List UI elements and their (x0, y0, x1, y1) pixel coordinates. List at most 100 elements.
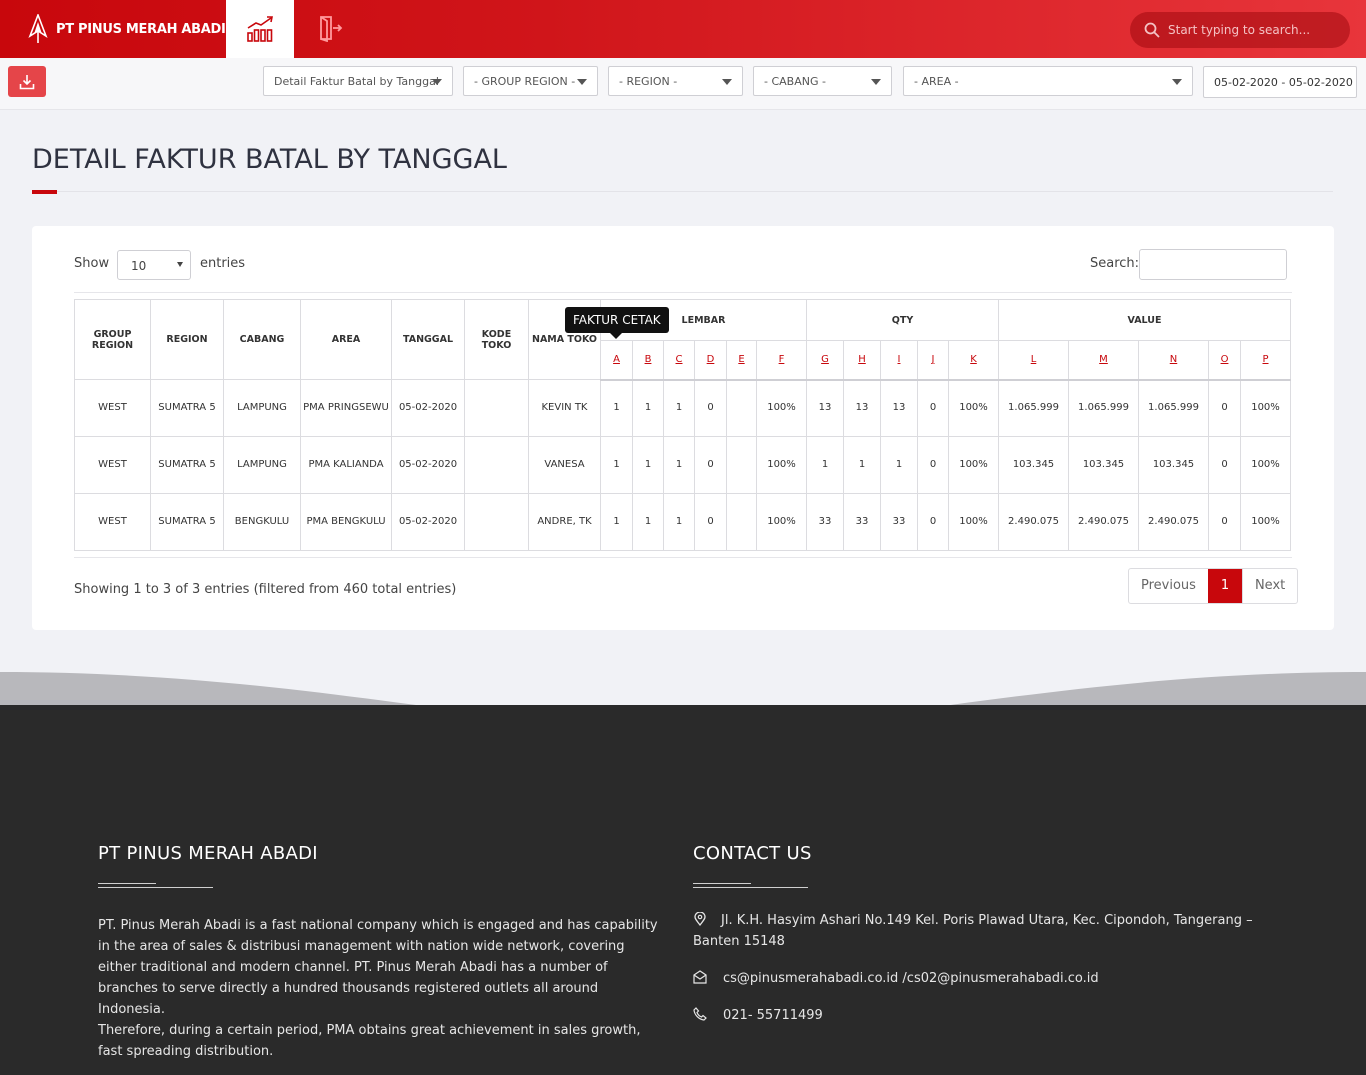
entries-length-value: 10 (131, 259, 147, 273)
col-header-letter[interactable]: D (707, 354, 715, 365)
table-cell: 100% (756, 379, 807, 437)
table-cell (464, 379, 529, 437)
footer-email: cs@pinusmerahabadi.co.id /cs02@pinusmera… (693, 968, 1253, 989)
area-value: - AREA - (914, 74, 959, 88)
col-header-c[interactable]: C (663, 340, 695, 381)
col-header-letter[interactable]: J (932, 354, 935, 365)
col-header-l[interactable]: L (998, 340, 1069, 381)
table-cell: 1 (600, 493, 633, 551)
table-row: WEST SUMATRA 5 LAMPUNG PMA KALIANDA 05-02-20… (74, 436, 1291, 494)
filter-bar: Detail Faktur Batal by Tanggal - GROUP R… (0, 58, 1366, 110)
table-search-input[interactable] (1139, 249, 1287, 280)
table-cell: 100% (1240, 493, 1291, 551)
table-cell: 2.490.075 (998, 493, 1069, 551)
table-cell: 100% (948, 436, 999, 494)
col-header-letter[interactable]: C (676, 354, 683, 365)
table-cell: KEVIN TK (528, 379, 601, 437)
col-header-e[interactable]: E (726, 340, 757, 381)
table-cell: 13 (880, 379, 918, 437)
report-select[interactable]: Detail Faktur Batal by Tanggal (263, 66, 453, 96)
col-header-letter[interactable]: K (970, 354, 977, 365)
col-header-letter[interactable]: O (1221, 354, 1229, 365)
col-header-letter[interactable]: L (1031, 354, 1037, 365)
col-header-p[interactable]: P (1240, 340, 1291, 381)
top-navbar: PT PINUS MERAH ABADI (0, 0, 1366, 58)
table-cell: 0 (1208, 379, 1241, 437)
pagination-next[interactable]: Next (1241, 569, 1297, 603)
col-header-o[interactable]: O (1208, 340, 1241, 381)
col-header-n[interactable]: N (1138, 340, 1209, 381)
col-header-h[interactable]: H (843, 340, 881, 381)
col-header-letter[interactable]: E (738, 354, 744, 365)
table-cell: 1.065.999 (1138, 379, 1209, 437)
top-search-input[interactable] (1168, 23, 1338, 37)
col-header-group-region[interactable]: GROUP REGION (74, 299, 151, 380)
cabang-select[interactable]: - CABANG - (753, 66, 892, 96)
table-cell: 1 (880, 436, 918, 494)
pagination-page-1[interactable]: 1 (1207, 569, 1242, 603)
region-select[interactable]: - REGION - (608, 66, 743, 96)
col-header-kode-toko[interactable]: KODE TOKO (464, 299, 529, 380)
col-header-letter[interactable]: I (898, 354, 901, 365)
table-cell: BENGKULU (223, 493, 301, 551)
col-header-k[interactable]: K (948, 340, 999, 381)
pagination-previous[interactable]: Previous (1129, 569, 1208, 603)
col-header-tanggal[interactable]: TANGGAL (391, 299, 465, 380)
col-header-i[interactable]: I (880, 340, 918, 381)
col-header-d[interactable]: D (694, 340, 727, 381)
footer-address-text: Jl. K.H. Hasyim Ashari No.149 Kel. Poris… (693, 913, 1253, 949)
table-cell: 33 (806, 493, 844, 551)
date-range-input[interactable]: 05-02-2020 - 05-02-2020 (1203, 66, 1357, 98)
entries-length-select[interactable]: 10 (117, 250, 191, 280)
col-header-letter[interactable]: M (1099, 354, 1108, 365)
table-cell: 1.065.999 (998, 379, 1069, 437)
group-region-select[interactable]: - GROUP REGION - (463, 66, 598, 96)
table-cell: WEST (74, 379, 151, 437)
brand[interactable]: PT PINUS MERAH ABADI (0, 0, 226, 58)
table-cell: 1 (600, 379, 633, 437)
footer-about-paragraph-2: Therefore, during a certain period, PMA … (98, 1023, 641, 1059)
table-cell: 33 (880, 493, 918, 551)
table-cell: 1.065.999 (1068, 379, 1139, 437)
col-header-letter[interactable]: A (613, 354, 620, 365)
table-cell (464, 436, 529, 494)
table-info: Showing 1 to 3 of 3 entries (filtered fr… (74, 582, 457, 597)
col-header-g[interactable]: G (806, 340, 844, 381)
col-header-cabang[interactable]: CABANG (223, 299, 301, 380)
col-header-letter[interactable]: P (1262, 354, 1268, 365)
top-search-bar[interactable] (1130, 12, 1350, 48)
table-top-border (74, 292, 1292, 293)
chevron-down-icon (1172, 79, 1182, 85)
table-cell: 0 (917, 379, 949, 437)
col-header-j[interactable]: J (917, 340, 949, 381)
col-header-letter[interactable]: G (821, 354, 829, 365)
table-cell: SUMATRA 5 (150, 379, 224, 437)
table-cell: 0 (1208, 436, 1241, 494)
table-cell (726, 379, 757, 437)
table-cell: 0 (917, 493, 949, 551)
download-button[interactable] (8, 66, 46, 97)
col-header-letter[interactable]: N (1170, 354, 1177, 365)
nav-reports-chart[interactable] (226, 0, 294, 58)
col-header-letter[interactable]: F (779, 354, 785, 365)
logout-button[interactable] (310, 10, 350, 46)
column-tooltip: FAKTUR CETAK (565, 307, 669, 333)
col-header-f[interactable]: F (756, 340, 807, 381)
col-header-m[interactable]: M (1068, 340, 1139, 381)
footer-about-underline-short (98, 883, 156, 884)
footer-email-text[interactable]: cs@pinusmerahabadi.co.id /cs02@pinusmera… (723, 971, 1099, 986)
col-group-value: VALUE (998, 299, 1291, 341)
col-header-b[interactable]: B (632, 340, 664, 381)
col-header-letter[interactable]: H (858, 354, 866, 365)
table-cell: 1 (632, 379, 664, 437)
col-header-area[interactable]: AREA (300, 299, 392, 380)
col-header-region[interactable]: REGION (150, 299, 224, 380)
area-select[interactable]: - AREA - (903, 66, 1193, 96)
col-header-a[interactable]: A (600, 340, 633, 381)
table-cell: 0 (1208, 493, 1241, 551)
col-header-letter[interactable]: B (645, 354, 652, 365)
table-cell (464, 493, 529, 551)
title-divider (32, 191, 1333, 192)
footer: PT PINUS MERAH ABADI PT. Pinus Merah Aba… (0, 705, 1366, 1075)
footer-phone-text[interactable]: 021- 55711499 (723, 1008, 823, 1023)
